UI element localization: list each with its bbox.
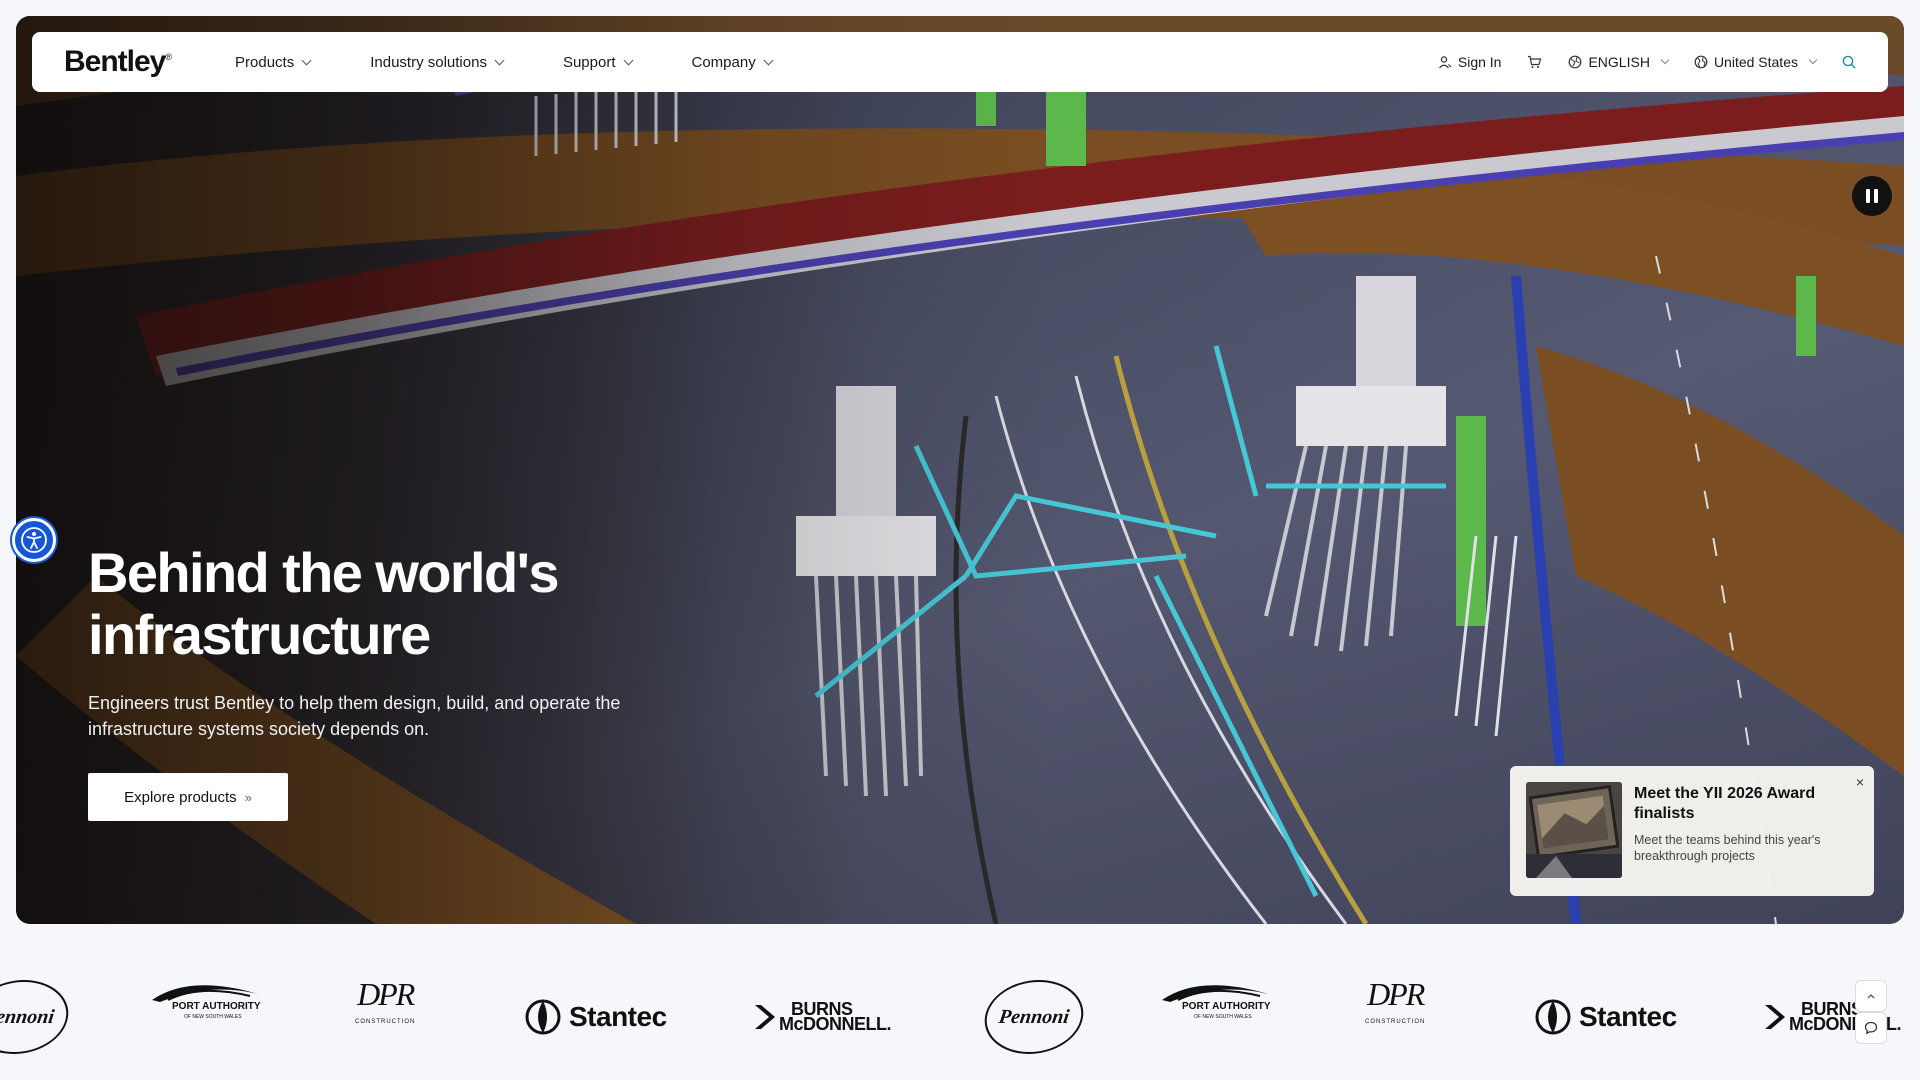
- sign-in-link[interactable]: Sign In: [1438, 54, 1502, 70]
- search-button[interactable]: [1842, 55, 1856, 69]
- stantec-mark-icon: [1535, 999, 1571, 1035]
- cart-icon: [1528, 55, 1542, 68]
- dpr-logo: DPR CONSTRUCTION: [1365, 980, 1425, 1054]
- pause-icon: [1866, 189, 1870, 203]
- burns-mcdonnell-mark-icon: [1765, 1005, 1785, 1029]
- hero-headline: Behind the world's infrastructure: [88, 542, 788, 666]
- headline-line-1: Behind the world's: [88, 541, 559, 604]
- port-authority-swoosh-icon: [152, 985, 258, 1002]
- port-authority-text: PORT AUTHORITY: [1182, 1001, 1271, 1012]
- scroll-to-top-button[interactable]: [1855, 980, 1887, 1012]
- chevron-down-icon: [301, 55, 312, 65]
- translate-icon: [1569, 55, 1582, 69]
- accessibility-button[interactable]: [12, 518, 56, 562]
- chat-bubble-icon: [1864, 1021, 1878, 1035]
- burns-mcdonnell-mark-icon: [755, 1005, 775, 1029]
- award-promo-card[interactable]: Meet the YII 2026 Award finalists Meet t…: [1510, 766, 1874, 896]
- promo-title: Meet the YII 2026 Award finalists: [1634, 785, 1816, 822]
- nav-products-label: Products: [235, 53, 295, 71]
- hero-subtitle: Engineers trust Bentley to help them des…: [88, 690, 688, 742]
- nav-company-label: Company: [691, 53, 756, 71]
- explore-products-button[interactable]: Explore products »: [88, 773, 288, 821]
- burns-mcdonnell-wordmark: BURNS McDONNELL.: [779, 1000, 892, 1034]
- promo-image: [1526, 782, 1622, 878]
- language-selector[interactable]: ENGLISH: [1568, 54, 1670, 70]
- chevron-down-icon: [623, 55, 633, 65]
- chevron-down-icon: [1660, 55, 1670, 65]
- chevron-down-icon: [1808, 55, 1818, 65]
- promo-text: Meet the YII 2026 Award finalists Meet t…: [1634, 782, 1844, 880]
- cart-button[interactable]: [1527, 55, 1542, 69]
- promo-description: Meet the teams behind this year's breakt…: [1634, 833, 1821, 863]
- burns-mcdonnell-logo: BURNS McDONNELL.: [755, 980, 892, 1054]
- stantec-text: Stantec: [1579, 1001, 1677, 1032]
- double-chevron-right-icon: »: [244, 789, 252, 805]
- port-authority-swoosh-icon: [1162, 985, 1268, 1002]
- stantec-mark-icon: [525, 999, 561, 1035]
- region-label: United States: [1713, 54, 1798, 70]
- dpr-subtext: CONSTRUCTION: [1365, 1019, 1426, 1025]
- headline-line-2: infrastructure: [88, 603, 431, 666]
- pennoni-logo: Pennoni: [979, 980, 1089, 1054]
- pause-video-button[interactable]: [1852, 176, 1892, 216]
- search-icon: [1842, 55, 1856, 69]
- nav-support-label: Support: [562, 53, 616, 71]
- dpr-text: DPR: [1367, 980, 1425, 1012]
- chevron-down-icon: [494, 55, 505, 65]
- close-icon[interactable]: ×: [1856, 774, 1864, 790]
- language-label: ENGLISH: [1588, 54, 1650, 70]
- stantec-logo: Stantec: [525, 980, 667, 1054]
- chat-button[interactable]: [1855, 1012, 1887, 1044]
- chevron-down-icon: [763, 55, 774, 65]
- user-icon: [1438, 56, 1452, 69]
- explore-products-label: Explore products: [124, 788, 237, 806]
- mcdonnell-text: McDONNELL.: [779, 1014, 892, 1034]
- chevron-up-icon: [1867, 994, 1875, 999]
- nav-support[interactable]: Support: [562, 53, 633, 71]
- port-authority-subtext: OF NEW SOUTH WALES: [1194, 1014, 1252, 1020]
- logo-text: Bentley: [64, 45, 166, 78]
- dpr-logo: DPR CONSTRUCTION: [355, 980, 415, 1054]
- globe-icon: [1694, 55, 1708, 69]
- sign-in-label: Sign In: [1457, 54, 1502, 70]
- main-navbar: Bentley® Products Industry solutions Sup…: [32, 32, 1888, 92]
- port-authority-logo: PORT AUTHORITY OF NEW SOUTH WALES: [1160, 980, 1271, 1054]
- nav-company[interactable]: Company: [691, 53, 774, 71]
- subtitle-line-2: infrastructure systems society depends o…: [88, 719, 430, 739]
- nav-utilities: Sign In ENGLISH United States: [1438, 54, 1856, 70]
- port-authority-logo: PORT AUTHORITY OF NEW SOUTH WALES: [150, 980, 261, 1054]
- stantec-text: Stantec: [569, 1001, 667, 1032]
- dpr-text: DPR: [357, 980, 415, 1012]
- pennoni-text: Pennoni: [0, 1005, 56, 1028]
- nav-industry-solutions[interactable]: Industry solutions: [370, 53, 505, 71]
- port-authority-subtext: OF NEW SOUTH WALES: [184, 1014, 242, 1020]
- promo-thumbnail: [1526, 782, 1622, 878]
- subtitle-line-1: Engineers trust Bentley to help them des…: [88, 693, 621, 713]
- nav-industry-solutions-label: Industry solutions: [370, 53, 487, 71]
- registered-mark: ®: [165, 52, 172, 62]
- pennoni-logo: Pennoni: [0, 980, 74, 1054]
- customer-logo-carousel: Pennoni PORT AUTHORITY OF NEW SOUTH WALE…: [0, 980, 1920, 1054]
- dpr-subtext: CONSTRUCTION: [355, 1019, 416, 1025]
- stantec-logo: Stantec: [1535, 980, 1677, 1054]
- accessibility-icon: [21, 527, 47, 553]
- nav-products[interactable]: Products: [235, 53, 312, 71]
- region-selector[interactable]: United States: [1694, 54, 1818, 70]
- pause-icon-bar: [1874, 189, 1878, 203]
- main-menu: Products Industry solutions Support Comp…: [235, 54, 832, 71]
- pennoni-text: Pennoni: [997, 1005, 1071, 1028]
- bentley-logo[interactable]: Bentley®: [64, 45, 172, 79]
- port-authority-text: PORT AUTHORITY: [172, 1001, 261, 1012]
